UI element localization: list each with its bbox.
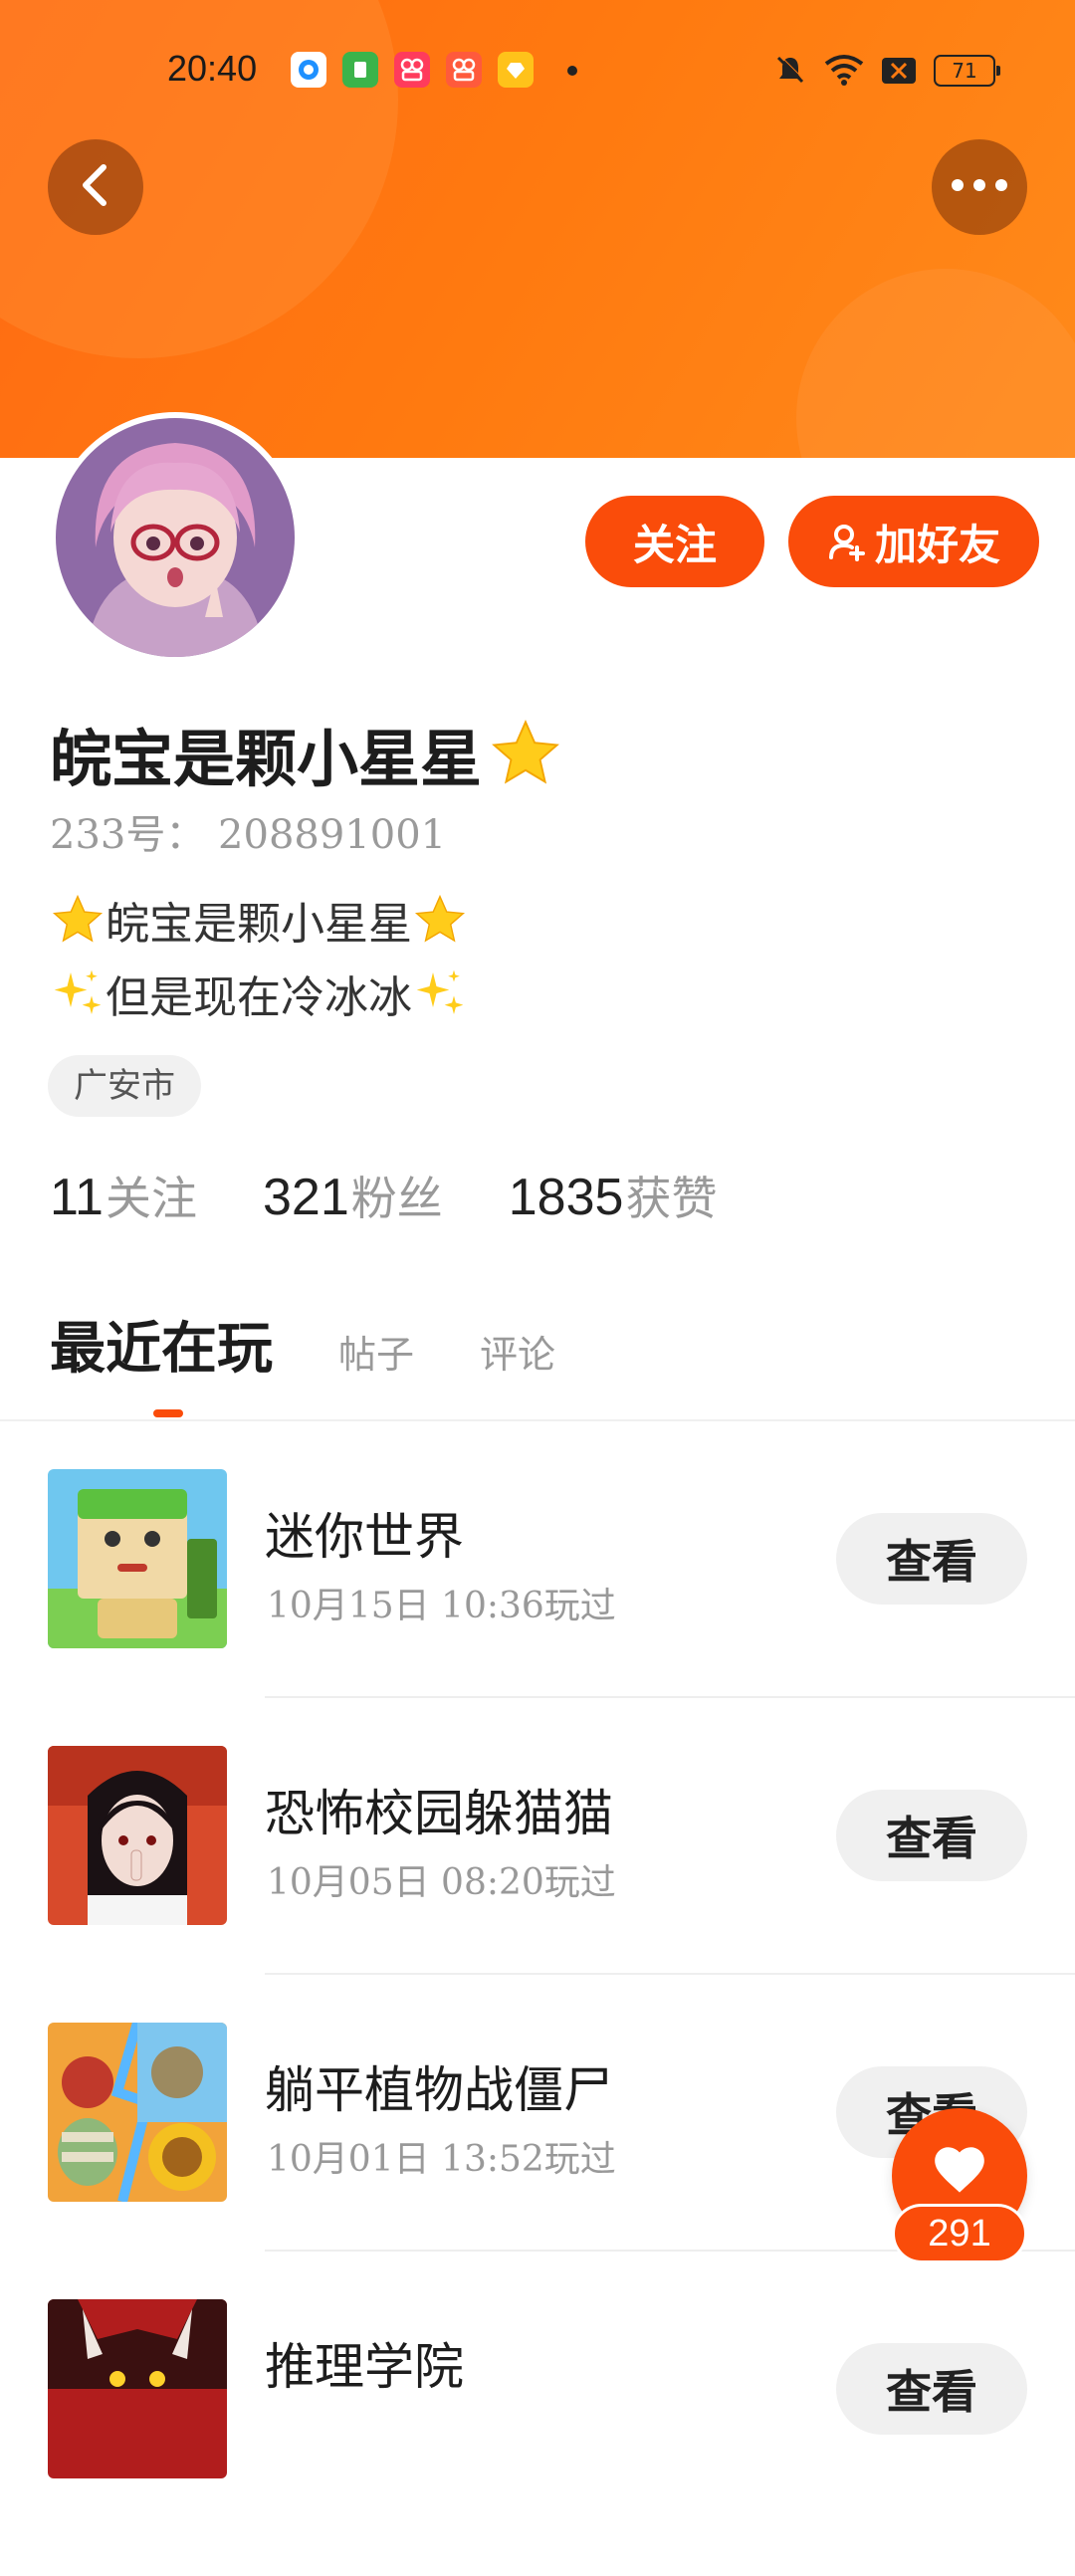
star-icon xyxy=(50,892,106,948)
tab-divider xyxy=(0,1419,1075,1421)
tab-comments[interactable]: 评论 xyxy=(480,1324,555,1385)
avatar[interactable] xyxy=(50,412,301,663)
more-notifications-dot xyxy=(567,66,577,76)
status-time: 20:40 xyxy=(167,48,258,89)
game-icon-horror-school xyxy=(48,1746,227,1925)
profile-nickname: 皖宝是颗小星星 xyxy=(50,709,565,798)
stat-label: 关注 xyxy=(105,1172,197,1225)
star-icon xyxy=(486,716,565,791)
heart-icon xyxy=(931,2143,988,2195)
game-row[interactable]: 推理学院 查看 xyxy=(0,2299,1075,2576)
wifi-icon xyxy=(822,52,866,88)
tab-recently-played[interactable]: 最近在玩 xyxy=(50,1304,273,1385)
stat-label: 获赞 xyxy=(625,1172,718,1225)
game-name: 迷你世界 xyxy=(265,1508,464,1566)
tab-posts[interactable]: 帖子 xyxy=(338,1324,414,1385)
game-row[interactable]: 恐怖校园躲猫猫 10月05日 08:20玩过 查看 xyxy=(0,1746,1075,2023)
view-button[interactable]: 查看 xyxy=(836,1790,1027,1881)
row-divider xyxy=(265,1973,1075,1975)
game-name: 躺平植物战僵尸 xyxy=(265,2061,613,2119)
view-button[interactable]: 查看 xyxy=(836,1513,1027,1605)
bio-text-1: 皖宝是颗小星星 xyxy=(106,899,412,950)
tab-indicator xyxy=(153,1409,183,1417)
app-notification-icon xyxy=(394,52,430,88)
profile-tabs: 最近在玩 帖子 评论 xyxy=(50,1304,555,1385)
game-row[interactable]: 迷你世界 10月15日 10:36玩过 查看 xyxy=(0,1469,1075,1746)
game-name: 恐怖校园躲猫猫 xyxy=(265,1785,613,1842)
user-id: 233号： 208891001 xyxy=(50,812,447,858)
bio-line-2: 但是现在冷冰冰 xyxy=(50,962,468,1025)
stat-number: 1835 xyxy=(508,1169,624,1226)
app-notification-icon xyxy=(342,52,378,88)
chevron-left-icon xyxy=(76,161,115,213)
stat-number: 11 xyxy=(50,1169,104,1226)
row-divider xyxy=(265,1696,1075,1698)
more-options-button[interactable] xyxy=(932,139,1027,235)
battery-indicator: 71 xyxy=(934,55,1000,87)
add-friend-button[interactable]: 加好友 xyxy=(788,496,1039,587)
sparkles-icon xyxy=(50,966,106,1021)
back-button[interactable] xyxy=(48,139,143,235)
profile-stats: 11 关注 321 粉丝 1835 获赞 xyxy=(50,1163,782,1228)
sim-card-icon xyxy=(880,52,918,88)
game-played-time: 10月05日 08:20玩过 xyxy=(267,1862,616,1903)
follow-button-label: 关注 xyxy=(632,520,717,569)
stat-followers[interactable]: 321 粉丝 xyxy=(263,1163,443,1228)
mute-icon xyxy=(772,52,808,88)
app-notification-icon xyxy=(291,52,326,88)
follow-button[interactable]: 关注 xyxy=(585,496,764,587)
game-icon-detective-academy xyxy=(48,2299,227,2478)
stat-likes[interactable]: 1835 获赞 xyxy=(509,1163,718,1228)
stat-following[interactable]: 11 关注 xyxy=(50,1163,197,1228)
view-button[interactable]: 查看 xyxy=(836,2343,1027,2435)
stat-label: 粉丝 xyxy=(350,1172,443,1225)
add-user-icon xyxy=(827,522,867,561)
like-count: 291 xyxy=(892,2204,1027,2263)
sparkles-icon xyxy=(412,966,468,1021)
game-icon-plants-vs-zombies xyxy=(48,2023,227,2202)
add-friend-label: 加好友 xyxy=(874,520,1000,569)
game-name: 推理学院 xyxy=(265,2338,464,2396)
game-played-time: 10月15日 10:36玩过 xyxy=(267,1586,616,1626)
app-notification-icon xyxy=(498,52,534,88)
game-played-time: 10月01日 13:52玩过 xyxy=(267,2139,616,2180)
bio-text-2: 但是现在冷冰冰 xyxy=(106,972,412,1023)
status-bar: 20:40 71 xyxy=(0,0,1075,139)
game-icon-mini-world xyxy=(48,1469,227,1648)
location-tag: 广安市 xyxy=(48,1055,201,1117)
nickname-text: 皖宝是颗小星星 xyxy=(50,723,483,795)
app-notification-icon xyxy=(446,52,482,88)
more-dots-icon xyxy=(948,177,1011,197)
stat-number: 321 xyxy=(262,1169,349,1226)
star-icon xyxy=(412,892,468,948)
bio-line-1: 皖宝是颗小星星 xyxy=(50,888,468,952)
